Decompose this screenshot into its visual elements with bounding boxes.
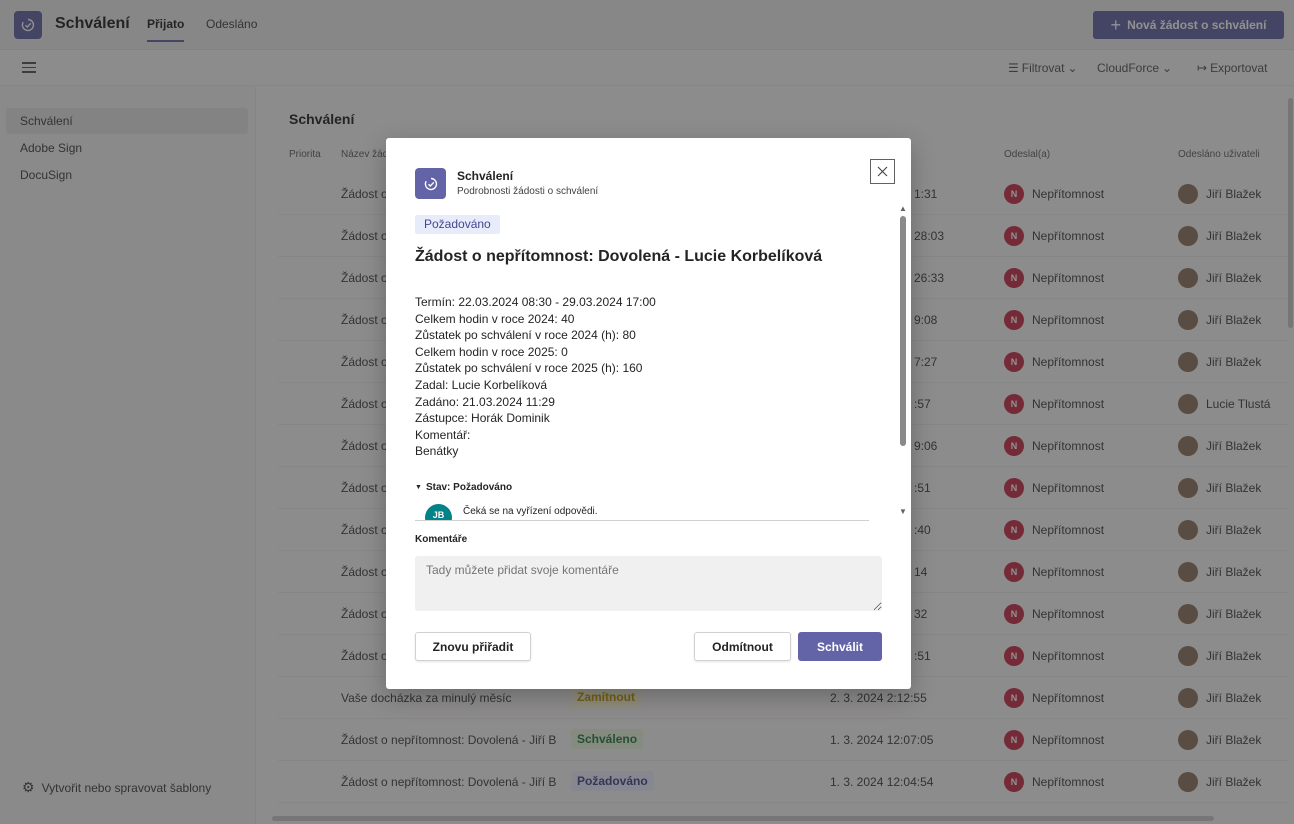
status-section-toggle[interactable]: ▼ Stav: Požadováno bbox=[415, 482, 512, 493]
comments-label: Komentáře bbox=[415, 534, 468, 545]
request-title: Žádost o nepřítomnost: Dovolená - Lucie … bbox=[415, 248, 823, 265]
divider bbox=[415, 520, 869, 521]
dialog-title: Schválení bbox=[457, 169, 514, 183]
dialog-subtitle: Podrobnosti žádosti o schválení bbox=[457, 186, 599, 197]
approvals-app-icon bbox=[415, 168, 446, 199]
detail-line: Zůstatek po schválení v roce 2024 (h): 8… bbox=[415, 328, 636, 343]
scroll-down-icon[interactable]: ▼ bbox=[899, 507, 907, 516]
detail-line: Celkem hodin v roce 2024: 40 bbox=[415, 311, 575, 326]
close-icon bbox=[877, 166, 888, 177]
request-details-scroll[interactable]: Požadováno Žádost o nepřítomnost: Dovole… bbox=[415, 208, 898, 521]
comments-input[interactable] bbox=[415, 556, 882, 611]
detail-line: Benátky bbox=[415, 444, 459, 459]
detail-line: Komentář: bbox=[415, 427, 471, 442]
detail-line: Zadal: Lucie Korbelíková bbox=[415, 377, 548, 392]
approval-details-dialog: Schválení Podrobnosti žádosti o schválen… bbox=[386, 138, 911, 689]
close-button[interactable] bbox=[870, 159, 895, 184]
approve-button[interactable]: Schválit bbox=[798, 632, 882, 661]
detail-line: Zadáno: 21.03.2024 11:29 bbox=[415, 394, 555, 409]
detail-line: Zůstatek po schválení v roce 2025 (h): 1… bbox=[415, 361, 643, 376]
detail-line: Termín: 22.03.2024 08:30 - 29.03.2024 17… bbox=[415, 295, 656, 309]
avatar: JB bbox=[425, 504, 452, 521]
detail-line: Celkem hodin v roce 2025: 0 bbox=[415, 344, 568, 359]
detail-line: Zástupce: Horák Dominik bbox=[415, 411, 550, 426]
dialog-scrollbar[interactable]: ▲ ▼ bbox=[897, 204, 909, 516]
reject-button[interactable]: Odmítnout bbox=[694, 632, 791, 661]
caret-down-icon: ▼ bbox=[415, 484, 422, 491]
waiting-text: Čeká se na vyřízení odpovědi. bbox=[463, 506, 598, 517]
status-heading: Stav: Požadováno bbox=[425, 482, 513, 493]
scroll-up-icon[interactable]: ▲ bbox=[899, 204, 907, 213]
reassign-button[interactable]: Znovu přiřadit bbox=[415, 632, 531, 661]
request-details: Termín: 22.03.2024 08:30 - 29.03.2024 17… bbox=[415, 294, 656, 460]
status-badge: Požadováno bbox=[415, 215, 500, 234]
